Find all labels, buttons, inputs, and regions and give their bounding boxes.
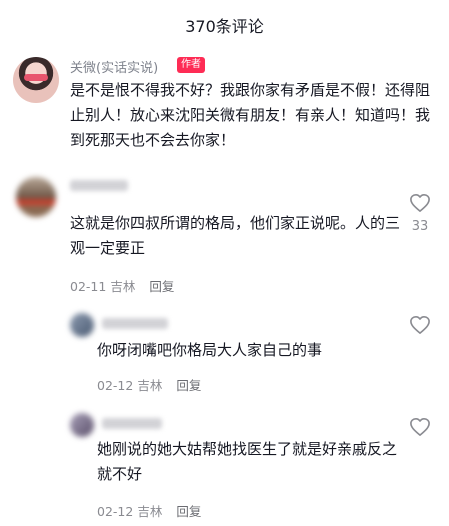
main-comment-text: 是不是恨不得我不好？我跟你家有矛盾是不假！还得阻止别人！放心来沈阳关微有朋友！有…: [70, 81, 431, 149]
comment-text: 这就是你四叔所谓的格局，他们家正说呢。人的三观一定要正: [70, 214, 401, 257]
reply-avatar[interactable]: [70, 413, 94, 437]
reply-button[interactable]: 回复: [176, 375, 201, 394]
comment-date: 02-11: [70, 279, 107, 294]
author-badge: 作者: [177, 57, 205, 73]
author-name[interactable]: 关微(实话实说): [70, 57, 158, 76]
reply-meta: 02-12 吉林 回复: [97, 501, 201, 520]
reply-date-location: 02-12 吉林: [97, 375, 162, 394]
reply-button[interactable]: 回复: [149, 276, 174, 295]
like-heart-icon[interactable]: [409, 417, 431, 437]
reply-name-blurred[interactable]: [102, 418, 162, 429]
like-count: 33: [411, 219, 429, 234]
avatar-glasses-detail: [24, 74, 48, 81]
reply-meta: 02-12 吉林 回复: [97, 375, 201, 394]
reply-date-location: 02-12 吉林: [97, 501, 162, 520]
reply-button[interactable]: 回复: [176, 501, 201, 520]
comment-meta: 02-11 吉林 回复: [70, 276, 174, 295]
reply-location: 吉林: [137, 504, 163, 519]
reply-date: 02-12: [97, 504, 134, 519]
comments-header: 370条评论: [0, 0, 449, 50]
commenter-avatar[interactable]: [16, 177, 56, 217]
comment-location: 吉林: [110, 279, 136, 294]
like-heart-icon[interactable]: [409, 193, 431, 213]
reply-date: 02-12: [97, 378, 134, 393]
like-heart-icon[interactable]: [409, 315, 431, 335]
commenter-name-blurred[interactable]: [70, 180, 128, 191]
reply-name-blurred[interactable]: [102, 318, 168, 329]
reply-location: 吉林: [137, 378, 163, 393]
comments-count-title: 370条评论: [185, 17, 264, 36]
reply-avatar[interactable]: [70, 313, 94, 337]
reply-text: 你呀闭嘴吧你格局大人家自己的事: [97, 341, 323, 359]
author-avatar[interactable]: [13, 57, 59, 103]
reply-text: 她刚说的她大姑帮她找医生了就是好亲戚反之就不好: [97, 440, 398, 483]
comment-date-location: 02-11 吉林: [70, 276, 135, 295]
